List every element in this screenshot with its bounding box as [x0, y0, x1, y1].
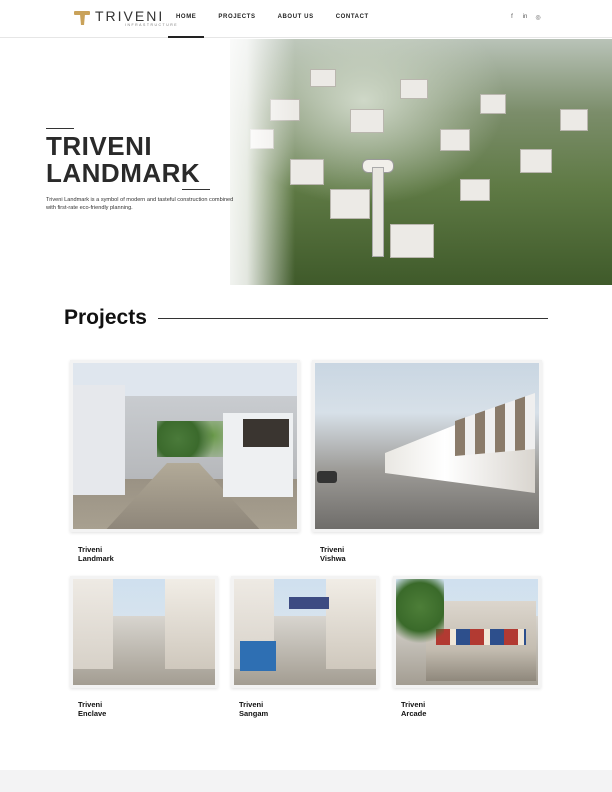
linkedin-icon[interactable]: in — [522, 14, 528, 21]
projects-heading: Projects — [64, 306, 147, 329]
nav-contact[interactable]: CONTACT — [336, 14, 369, 20]
social-links: f in ◎ — [509, 14, 541, 21]
project-image-landmark — [70, 360, 300, 532]
nav-active-indicator — [168, 36, 204, 38]
site-header: TRIVENI INFRASTRUCTURE HOME PROJECTS ABO… — [0, 0, 612, 38]
project-title-landmark[interactable]: Triveni Landmark — [78, 545, 114, 563]
hero-title: TRIVENI LANDMARK — [46, 131, 201, 188]
main-nav: HOME PROJECTS ABOUT US CONTACT — [176, 14, 391, 20]
nav-home[interactable]: HOME — [176, 14, 196, 20]
facebook-icon[interactable]: f — [509, 14, 515, 21]
instagram-icon[interactable]: ◎ — [535, 14, 541, 21]
logo-t-icon — [74, 10, 90, 26]
footer-band — [0, 770, 612, 792]
brand-tagline: INFRASTRUCTURE — [125, 23, 179, 27]
nav-about-us[interactable]: ABOUT US — [278, 14, 314, 20]
nav-projects[interactable]: PROJECTS — [218, 14, 255, 20]
hero-rule-bottom — [182, 189, 210, 190]
project-image-vishwa — [312, 360, 542, 532]
project-title-arcade[interactable]: Triveni Arcade — [401, 700, 426, 718]
brand-logo[interactable]: TRIVENI INFRASTRUCTURE — [74, 9, 178, 28]
project-title-enclave[interactable]: Triveni Enclave — [78, 700, 106, 718]
brand-name: TRIVENI — [95, 8, 165, 24]
hero-description: Triveni Landmark is a symbol of modern a… — [46, 197, 234, 211]
hero-banner: TRIVENI LANDMARK Triveni Landmark is a s… — [0, 39, 612, 285]
project-image-sangam — [231, 576, 379, 688]
hero-rule-top — [46, 128, 74, 129]
projects-heading-rule — [158, 318, 548, 319]
project-title-vishwa[interactable]: Triveni Vishwa — [320, 545, 346, 563]
project-title-sangam[interactable]: Triveni Sangam — [239, 700, 268, 718]
project-image-enclave — [70, 576, 218, 688]
project-image-arcade — [393, 576, 541, 688]
